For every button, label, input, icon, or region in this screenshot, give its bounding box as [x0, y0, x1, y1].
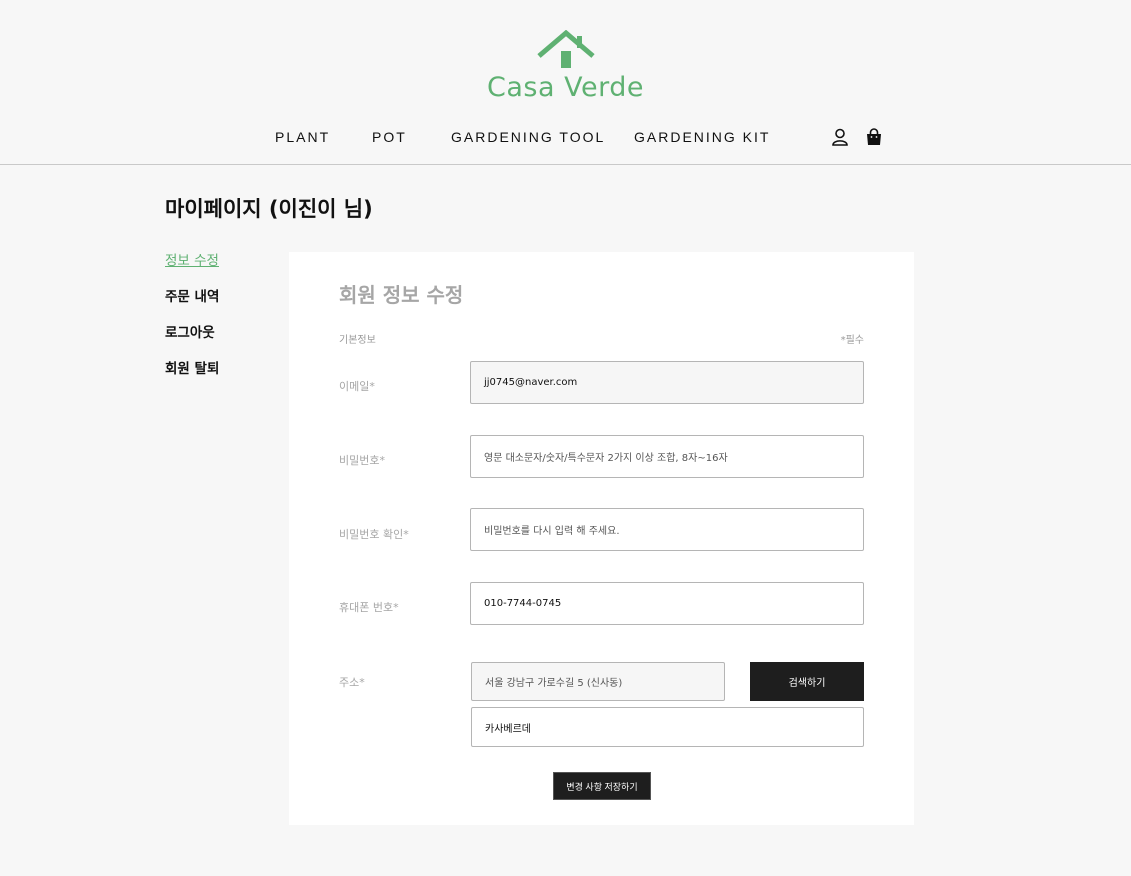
- address-label: 주소*: [339, 676, 365, 689]
- nav-item-gardening-tool[interactable]: GARDENING TOOL: [451, 129, 605, 145]
- side-item-withdraw[interactable]: 회원 탈퇴: [165, 360, 219, 396]
- email-value: jj0745@naver.com: [484, 377, 578, 388]
- nav-item-plant[interactable]: PLANT: [275, 129, 330, 145]
- shopping-bag-icon[interactable]: [865, 128, 883, 146]
- address-main-value: 서울 강남구 가로수길 5 (신사동): [485, 678, 623, 689]
- password-confirm-field[interactable]: 비밀번호를 다시 입력 해 주세요.: [470, 508, 864, 551]
- main-nav: PLANT POT GARDENING TOOL GARDENING KIT: [0, 129, 1131, 149]
- phone-value: 010-7744-0745: [484, 598, 562, 609]
- password-field[interactable]: 영문 대소문자/숫자/특수문자 2가지 이상 조합, 8자~16자: [470, 435, 864, 478]
- site-header: Casa Verde PLANT POT GARDENING TOOL GARD…: [0, 0, 1131, 165]
- password-confirm-placeholder: 비밀번호를 다시 입력 해 주세요.: [484, 526, 620, 537]
- address-search-button[interactable]: 검색하기: [750, 662, 864, 701]
- section-label: 기본정보: [339, 335, 376, 346]
- save-changes-button[interactable]: 변경 사항 저장하기: [553, 772, 651, 800]
- mypage-side-menu: 정보 수정 주문 내역 로그아웃 회원 탈퇴: [165, 252, 219, 396]
- brand-name: Casa Verde: [487, 72, 644, 103]
- form-title: 회원 정보 수정: [339, 283, 464, 307]
- nav-item-pot[interactable]: POT: [372, 129, 407, 145]
- side-item-order-history[interactable]: 주문 내역: [165, 288, 219, 324]
- required-note: *필수: [840, 335, 864, 346]
- email-field[interactable]: jj0745@naver.com: [470, 361, 864, 404]
- user-icon[interactable]: [831, 128, 849, 146]
- house-icon: [536, 30, 595, 68]
- address-detail-field[interactable]: 카사베르데: [471, 707, 864, 747]
- password-label: 비밀번호*: [339, 454, 385, 467]
- password-placeholder: 영문 대소문자/숫자/특수문자 2가지 이상 조합, 8자~16자: [484, 453, 728, 464]
- phone-field[interactable]: 010-7744-0745: [470, 582, 864, 625]
- email-label: 이메일*: [339, 380, 375, 393]
- address-detail-value: 카사베르데: [485, 723, 531, 735]
- password-confirm-label: 비밀번호 확인*: [339, 528, 409, 541]
- page-title: 마이페이지 (이진이 님): [165, 197, 373, 221]
- logo[interactable]: Casa Verde: [0, 30, 1131, 103]
- nav-item-gardening-kit[interactable]: GARDENING KIT: [634, 129, 770, 145]
- phone-label: 휴대폰 번호*: [339, 601, 399, 614]
- side-item-logout[interactable]: 로그아웃: [165, 324, 219, 360]
- address-main-field[interactable]: 서울 강남구 가로수길 5 (신사동): [471, 662, 725, 701]
- side-item-edit-info[interactable]: 정보 수정: [165, 252, 219, 288]
- edit-profile-card: 회원 정보 수정 기본정보 *필수 이메일* jj0745@naver.com …: [289, 252, 914, 825]
